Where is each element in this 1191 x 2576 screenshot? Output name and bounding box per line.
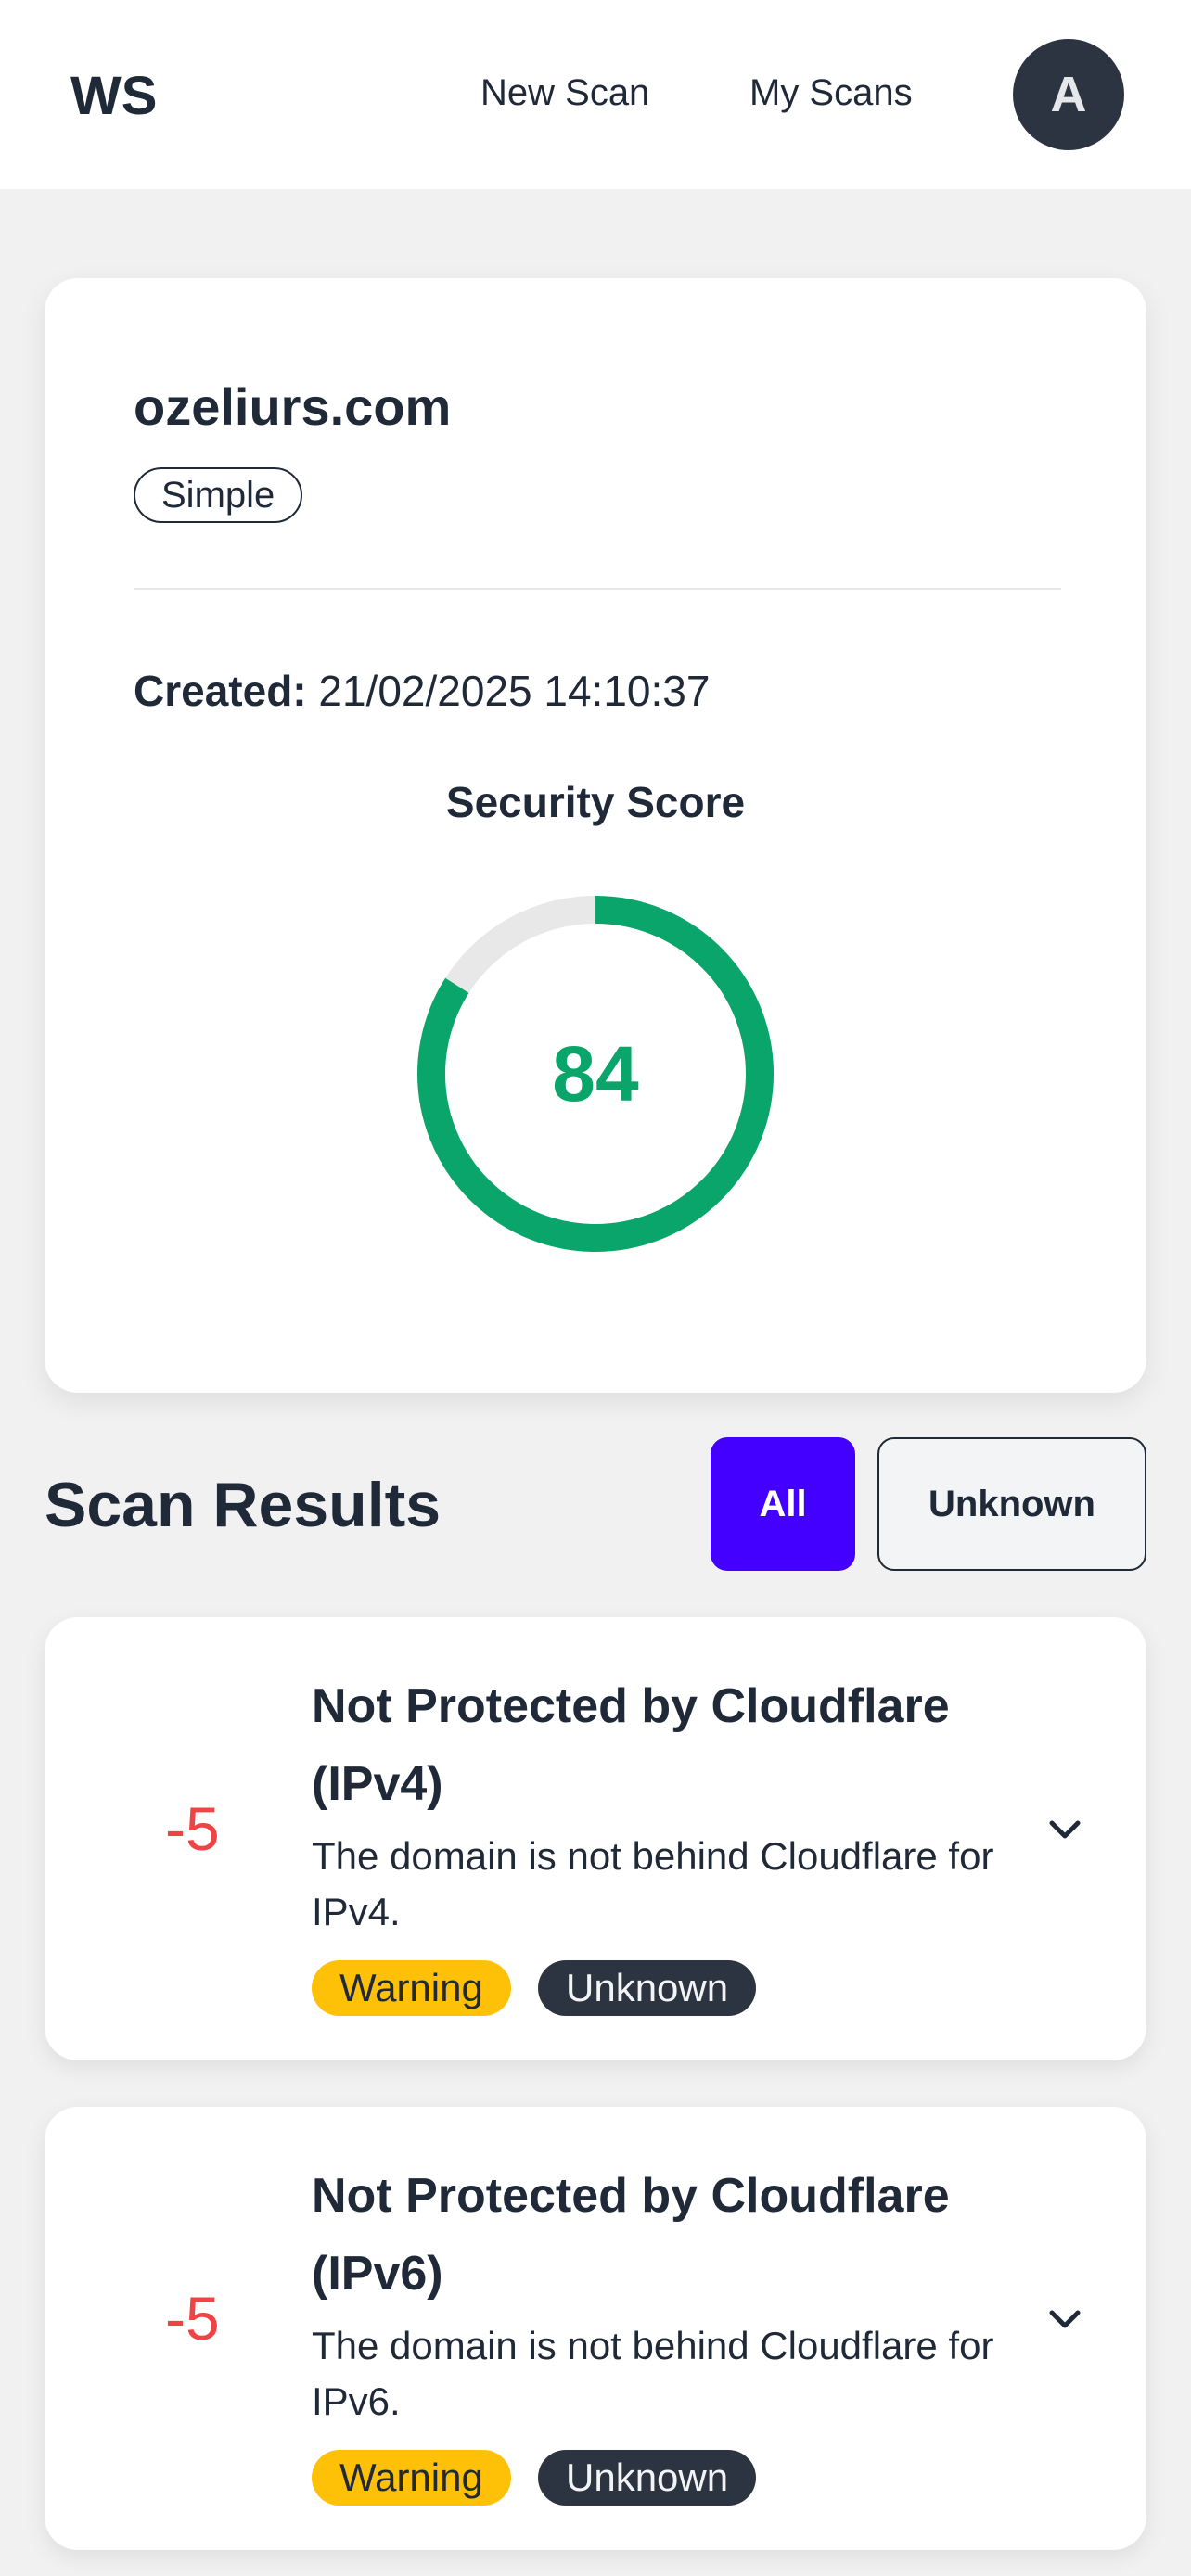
filter-all-button[interactable]: All	[711, 1437, 855, 1571]
security-score-value: 84	[552, 1029, 639, 1117]
severity-badge: Warning	[312, 2450, 511, 2506]
nav-my-scans-link[interactable]: My Scans	[749, 72, 913, 114]
security-score-title: Security Score	[445, 778, 746, 826]
created-info: Created: 21/02/2025 14:10:37	[134, 666, 710, 716]
chevron-down-icon[interactable]	[1043, 2298, 1087, 2342]
result-description: The domain is not behind Cloudflare for …	[312, 2324, 994, 2423]
scan-type-badge: Simple	[134, 467, 303, 523]
severity-badge: Warning	[312, 1960, 511, 2016]
filter-unknown-button[interactable]: Unknown	[877, 1437, 1146, 1571]
scan-results-title: Scan Results	[45, 1470, 442, 1540]
result-title: Not Protected by Cloudflare (IPv6)	[312, 2169, 950, 2301]
result-points: -5	[165, 1794, 220, 1863]
nav-new-scan-link[interactable]: New Scan	[480, 72, 649, 114]
top-navbar: WS New Scan My Scans A	[0, 0, 1191, 189]
divider	[134, 588, 1061, 590]
app-logo[interactable]: WS	[70, 65, 157, 127]
chevron-down-icon[interactable]	[1043, 1808, 1087, 1853]
result-title: Not Protected by Cloudflare (IPv4)	[312, 1679, 950, 1811]
result-description: The domain is not behind Cloudflare for …	[312, 1834, 994, 1933]
user-avatar[interactable]: A	[1013, 39, 1124, 150]
result-points: -5	[165, 2284, 220, 2353]
created-label: Created:	[134, 667, 307, 715]
scan-summary-card: ozeliurs.com Simple Created: 21/02/2025 …	[45, 278, 1146, 1393]
category-badge: Unknown	[538, 2450, 757, 2506]
created-value: 21/02/2025 14:10:37	[318, 667, 711, 715]
category-badge: Unknown	[538, 1960, 757, 2016]
result-card[interactable]: -5 Not Protected by Cloudflare (IPv4) Th…	[45, 1617, 1146, 2060]
scan-domain: ozeliurs.com	[134, 377, 452, 436]
result-card[interactable]: -5 Not Protected by Cloudflare (IPv6) Th…	[45, 2107, 1146, 2550]
